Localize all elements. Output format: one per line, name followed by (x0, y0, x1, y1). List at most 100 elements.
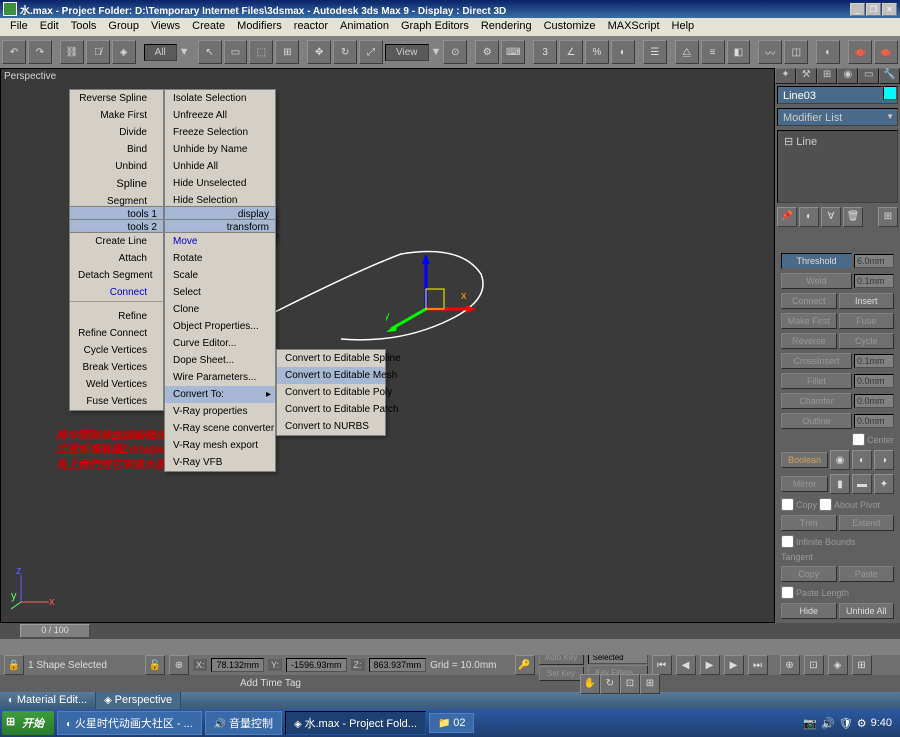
manipulate-button[interactable]: ⚙ (475, 40, 499, 64)
trim-button[interactable]: Trim (781, 515, 837, 531)
ctx-fuse-vertices[interactable]: Fuse Vertices (70, 393, 163, 410)
remove-mod-button[interactable]: 🗑 (843, 207, 863, 227)
anglesnap-button[interactable]: ∠ (559, 40, 583, 64)
taskbar-item-4[interactable]: 📁 02 (429, 713, 474, 733)
tab-create[interactable]: ✦ (775, 68, 796, 84)
ctx-freeze-selection[interactable]: Freeze Selection (165, 124, 275, 141)
mirror-button[interactable]: Mirror (781, 476, 828, 492)
ctx-move[interactable]: Move (165, 233, 275, 250)
convert-poly[interactable]: Convert to Editable Poly (277, 384, 385, 401)
ctx-detach-segment[interactable]: Detach Segment (70, 267, 163, 284)
mirror-v-icon[interactable]: ▬ (852, 474, 872, 494)
quickrender-button[interactable]: 🫖 (874, 40, 898, 64)
menu-views[interactable]: Views (145, 18, 186, 36)
viewnav-8[interactable]: ⊞ (640, 674, 660, 694)
viewport[interactable]: Perspective x y z x y 將中 (0, 68, 775, 623)
tab-motion[interactable]: ◉ (837, 68, 858, 84)
unique-button[interactable]: ∀ (821, 207, 841, 227)
taskbar-item-1[interactable]: ◐ 火星时代动画大社区 - ... (57, 711, 202, 735)
boolean-button[interactable]: Boolean (781, 452, 828, 468)
crossinsert-button[interactable]: CrossInsert (781, 353, 852, 369)
ctx-cycle-vertices[interactable]: Cycle Vertices (70, 342, 163, 359)
viewnav-7[interactable]: ⊡ (620, 674, 640, 694)
pastelength-checkbox[interactable] (781, 586, 794, 599)
configure-button[interactable]: ⊞ (878, 207, 898, 227)
chamfer-button[interactable]: Chamfer (781, 393, 852, 409)
menu-rendering[interactable]: Rendering (475, 18, 538, 36)
close-button[interactable]: ✕ (882, 3, 897, 16)
menu-animation[interactable]: Animation (334, 18, 395, 36)
select-button[interactable]: ↖ (198, 40, 222, 64)
tab-perspective[interactable]: ◈ Perspective (96, 692, 181, 709)
menu-file[interactable]: File (4, 18, 34, 36)
refcoord-dropdown[interactable]: View (385, 44, 429, 61)
fuse-button[interactable]: Fuse (839, 313, 895, 329)
undo-button[interactable]: ↶ (2, 40, 26, 64)
tray-icon[interactable]: 🛡 (839, 717, 853, 730)
lock-selection-button[interactable]: 🔒 (4, 655, 24, 675)
pivotcenter-button[interactable]: ⊙ (443, 40, 467, 64)
prev-frame-button[interactable]: ◀ (676, 655, 696, 675)
system-tray[interactable]: 📷 🔊 🛡 ⚙ 9:40 (797, 717, 898, 730)
keyboard-button[interactable]: ⌨ (501, 40, 525, 64)
mirror-button[interactable]: ⧋ (675, 40, 699, 64)
setkey-button[interactable]: Set Key (539, 666, 584, 681)
ctx-create-line[interactable]: Create Line (70, 233, 163, 250)
ctx-connect[interactable]: Connect (70, 284, 163, 301)
z-coord[interactable]: 863.937mm (369, 658, 427, 672)
materialed-button[interactable]: ◐ (816, 40, 840, 64)
viewnav-1[interactable]: ⊕ (780, 655, 800, 675)
viewnav-6[interactable]: ↻ (600, 674, 620, 694)
viewnav-5[interactable]: ✋ (580, 674, 600, 694)
goto-start-button[interactable]: ⏮ (652, 655, 672, 675)
ctx-unfreeze-all[interactable]: Unfreeze All (165, 107, 275, 124)
tray-icon[interactable]: ⚙ (857, 717, 867, 730)
outline-input[interactable] (854, 414, 894, 428)
tab-display[interactable]: ▭ (858, 68, 879, 84)
time-slider[interactable]: 0 / 100 (0, 623, 900, 639)
selectname-button[interactable]: ▭ (224, 40, 248, 64)
weld-button[interactable]: Weld (781, 273, 852, 289)
play-button[interactable]: ▶ (700, 655, 720, 675)
ctx-clone[interactable]: Clone (165, 301, 275, 318)
convert-patch[interactable]: Convert to Editable Patch (277, 401, 385, 418)
viewnav-2[interactable]: ⊡ (804, 655, 824, 675)
menu-group[interactable]: Group (102, 18, 145, 36)
schematic-button[interactable]: ◫ (784, 40, 808, 64)
insert-button[interactable]: Insert (839, 293, 895, 309)
time-tag[interactable]: Add Time Tag (240, 678, 301, 689)
chamfer-input[interactable] (854, 394, 894, 408)
ctx-refine-connect[interactable]: Refine Connect (70, 325, 163, 342)
transform-gizmo[interactable]: x y (386, 254, 476, 344)
connect-button[interactable]: Connect (781, 293, 837, 309)
ctx-unhide-by-name[interactable]: Unhide by Name (165, 141, 275, 158)
outline-button[interactable]: Outline (781, 413, 852, 429)
extend-button[interactable]: Extend (839, 515, 895, 531)
bind-button[interactable]: ◈ (112, 40, 136, 64)
mirror-h-icon[interactable]: ▮ (830, 474, 850, 494)
menu-customize[interactable]: Customize (538, 18, 602, 36)
copy2-button[interactable]: Copy (781, 566, 837, 582)
ctx-vray-properties[interactable]: V-Ray properties (165, 403, 275, 420)
tab-utilities[interactable]: 🔧 (879, 68, 900, 84)
ctx-vray-scene-converter[interactable]: V-Ray scene converter (165, 420, 275, 437)
rotate-button[interactable]: ↻ (333, 40, 357, 64)
copy-checkbox[interactable] (781, 498, 794, 511)
windowcrossing-button[interactable]: ⊞ (275, 40, 299, 64)
menu-reactor[interactable]: reactor (288, 18, 334, 36)
infbounds-checkbox[interactable] (781, 535, 794, 548)
cycle-button[interactable]: Cycle (839, 333, 895, 349)
spinnersnap-button[interactable]: ◐ (611, 40, 635, 64)
redo-button[interactable]: ↷ (28, 40, 52, 64)
next-frame-button[interactable]: ▶ (724, 655, 744, 675)
convert-mesh[interactable]: Convert to Editable Mesh (277, 367, 385, 384)
ctx-break-vertices[interactable]: Break Vertices (70, 359, 163, 376)
ctx-dope-sheet[interactable]: Dope Sheet... (165, 352, 275, 369)
paste-button[interactable]: Paste (839, 566, 895, 582)
percentsnap-button[interactable]: % (585, 40, 609, 64)
menu-maxscript[interactable]: MAXScript (602, 18, 666, 36)
unlink-button[interactable]: ⛓̸ (86, 40, 110, 64)
bool-union-icon[interactable]: ◉ (830, 450, 850, 470)
ctx-isolate[interactable]: Isolate Selection (165, 90, 275, 107)
ctx-wire-parameters[interactable]: Wire Parameters... (165, 369, 275, 386)
